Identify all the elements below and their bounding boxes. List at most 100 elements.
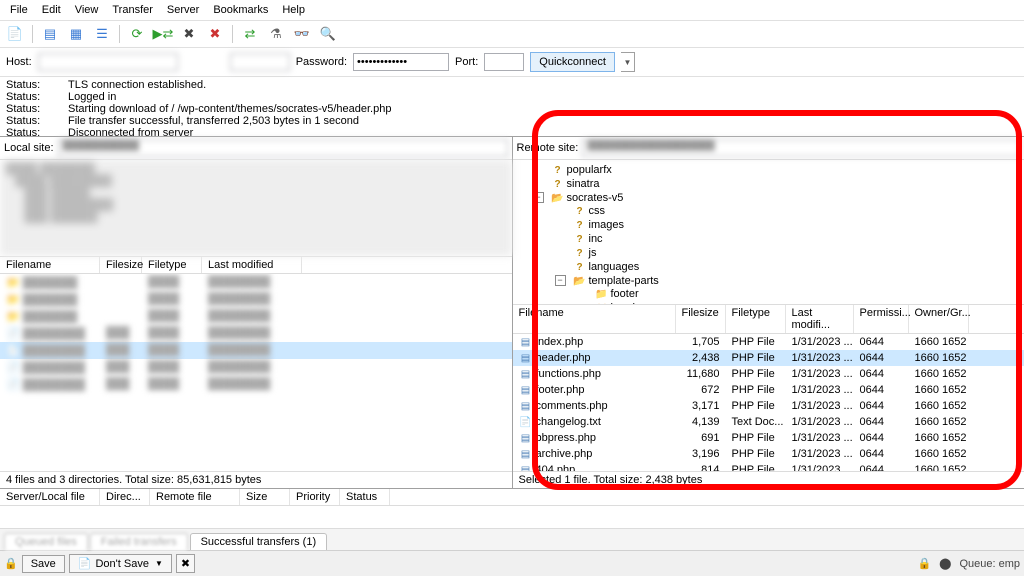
separator	[232, 25, 233, 43]
disconnect-icon[interactable]: ✖	[204, 23, 226, 45]
file-row[interactable]: ▤archive.php3,196PHP File1/31/2023 ...06…	[513, 446, 1024, 462]
menu-edit[interactable]: Edit	[36, 2, 67, 18]
queue-indicator-icon: ⬤	[939, 557, 951, 570]
file-row[interactable]: ▤index.php1,705PHP File1/31/2023 ...0644…	[513, 334, 1024, 350]
collapse-icon[interactable]: −	[533, 192, 544, 203]
remote-site-bar: Remote site: ████████████████████	[513, 137, 1024, 160]
file-row[interactable]: ▤header.php2,438PHP File1/31/2023 ...064…	[513, 350, 1024, 366]
chevron-down-icon: ▼	[155, 559, 163, 568]
quickconnect-button[interactable]: Quickconnect	[530, 52, 615, 72]
tree-item[interactable]: −📂socrates-v5 ?css ?images ?inc ?js ?lan…	[547, 191, 1019, 304]
file-row[interactable]: ▤bbpress.php691PHP File1/31/2023 ...0644…	[513, 430, 1024, 446]
remote-site-path[interactable]: ████████████████████	[582, 139, 1020, 157]
transfer-header: Server/Local file Direc... Remote file S…	[0, 489, 1024, 506]
tree-item[interactable]: 📁header	[591, 301, 1019, 304]
col-filename[interactable]: Filename	[513, 305, 676, 333]
port-label: Port:	[455, 56, 478, 68]
col-filetype[interactable]: Filetype	[142, 257, 202, 273]
col-owner[interactable]: Owner/Gr...	[909, 305, 969, 333]
port-input[interactable]	[484, 53, 524, 71]
col-filetype[interactable]: Filetype	[726, 305, 786, 333]
file-row[interactable]: ▤comments.php3,171PHP File1/31/2023 ...0…	[513, 398, 1024, 414]
local-site-bar: Local site: ████████████	[0, 137, 512, 160]
log-text: Disconnected from server	[68, 127, 193, 137]
log-text: File transfer successful, transferred 2,…	[68, 115, 359, 127]
col-filesize[interactable]: Filesize	[676, 305, 726, 333]
remote-status: Selected 1 file. Total size: 2,438 bytes	[513, 471, 1024, 488]
local-status: 4 files and 3 directories. Total size: 8…	[0, 471, 512, 488]
toggle-queue-icon[interactable]: ☰	[91, 23, 113, 45]
password-input[interactable]	[353, 53, 449, 71]
file-row[interactable]: 📄changelog.txt4,139Text Doc...1/31/2023 …	[513, 414, 1024, 430]
file-row[interactable]: ▤404.php814PHP File1/31/2023 ...06441660…	[513, 462, 1024, 472]
local-file-list[interactable]: 📁 ███████████████████ 📁 ████████████████…	[0, 274, 512, 471]
footer-bar: 🔒 Save 📄Don't Save▼ ✖ 🔒 ⬤ Queue: emp	[0, 550, 1024, 576]
file-row[interactable]: ▤functions.php11,680PHP File1/31/2023 ..…	[513, 366, 1024, 382]
col-server-file[interactable]: Server/Local file	[0, 489, 100, 505]
collapse-icon[interactable]: −	[555, 275, 566, 286]
reconnect-icon[interactable]: ⇄	[239, 23, 261, 45]
menu-bookmarks[interactable]: Bookmarks	[207, 2, 274, 18]
dont-save-button[interactable]: 📄Don't Save▼	[69, 554, 172, 573]
col-permissions[interactable]: Permissi...	[854, 305, 909, 333]
col-modified[interactable]: Last modified	[202, 257, 302, 273]
tree-item[interactable]: ?inc	[569, 232, 1019, 246]
menu-transfer[interactable]: Transfer	[106, 2, 159, 18]
log-label: Status:	[6, 115, 50, 127]
compare-icon[interactable]: 👓	[291, 23, 313, 45]
process-queue-icon[interactable]: ▶⇄	[152, 23, 174, 45]
close-button[interactable]: ✖	[176, 554, 195, 573]
toggle-tree-icon[interactable]: ▦	[65, 23, 87, 45]
tab-failed[interactable]: Failed transfers	[90, 533, 188, 550]
filter-icon[interactable]: ⚗	[265, 23, 287, 45]
tree-item[interactable]: 📁footer	[591, 287, 1019, 301]
save-button[interactable]: Save	[22, 555, 65, 573]
remote-file-list[interactable]: ▤index.php1,705PHP File1/31/2023 ...0644…	[513, 334, 1024, 472]
menu-view[interactable]: View	[69, 2, 105, 18]
cancel-icon[interactable]: ✖	[178, 23, 200, 45]
log-label: Status:	[6, 127, 50, 137]
col-modified[interactable]: Last modifi...	[786, 305, 854, 333]
tree-item[interactable]: ?css	[569, 204, 1019, 218]
col-remote-file[interactable]: Remote file	[150, 489, 240, 505]
quickconnect-dropdown[interactable]: ▼	[621, 52, 635, 72]
col-direction[interactable]: Direc...	[100, 489, 150, 505]
tree-item[interactable]: ?images	[569, 218, 1019, 232]
tab-successful[interactable]: Successful transfers (1)	[190, 533, 328, 550]
refresh-icon[interactable]: ⟳	[126, 23, 148, 45]
tree-item[interactable]: ?sinatra	[547, 177, 1019, 191]
menu-help[interactable]: Help	[276, 2, 311, 18]
main-split: Local site: ████████████ ████ ███████ ██…	[0, 137, 1024, 489]
col-size[interactable]: Size	[240, 489, 290, 505]
remote-site-label: Remote site:	[517, 142, 579, 154]
local-file-header: Filename Filesize Filetype Last modified	[0, 256, 512, 274]
tab-queued[interactable]: Queued files	[4, 533, 88, 550]
col-filename[interactable]: Filename	[0, 257, 100, 273]
col-status[interactable]: Status	[340, 489, 390, 505]
tree-item[interactable]: ?js	[569, 246, 1019, 260]
search-icon[interactable]: 🔍	[317, 23, 339, 45]
menu-server[interactable]: Server	[161, 2, 205, 18]
col-priority[interactable]: Priority	[290, 489, 340, 505]
username-input[interactable]	[230, 53, 290, 71]
message-log: Status: TLS connection established. Statu…	[0, 77, 1024, 137]
log-text: Logged in	[68, 91, 116, 103]
file-row[interactable]: ▤footer.php672PHP File1/31/2023 ...06441…	[513, 382, 1024, 398]
quickconnect-bar: Host: Password: Port: Quickconnect ▼	[0, 48, 1024, 77]
log-text: TLS connection established.	[68, 79, 206, 91]
tree-item[interactable]: −📂template-parts 📁footer 📁header 📁listin…	[569, 274, 1019, 304]
password-label: Password:	[296, 56, 347, 68]
separator	[32, 25, 33, 43]
host-input[interactable]	[38, 53, 178, 71]
transfer-queue-body[interactable]	[0, 506, 1024, 528]
col-filesize[interactable]: Filesize	[100, 257, 142, 273]
toggle-log-icon[interactable]: ▤	[39, 23, 61, 45]
local-site-path[interactable]: ████████████	[58, 139, 508, 157]
tree-item[interactable]: ?popularfx	[547, 163, 1019, 177]
site-manager-icon[interactable]: 📄	[4, 23, 26, 45]
menu-file[interactable]: File	[4, 2, 34, 18]
tree-item[interactable]: ?languages	[569, 260, 1019, 274]
local-tree[interactable]: ████ ███████ ████ ████████ ███ █████ ███…	[0, 160, 512, 256]
remote-pane: Remote site: ████████████████████ ?popul…	[513, 137, 1024, 488]
remote-tree[interactable]: ?popularfx ?sinatra −📂socrates-v5 ?css ?…	[513, 160, 1024, 304]
